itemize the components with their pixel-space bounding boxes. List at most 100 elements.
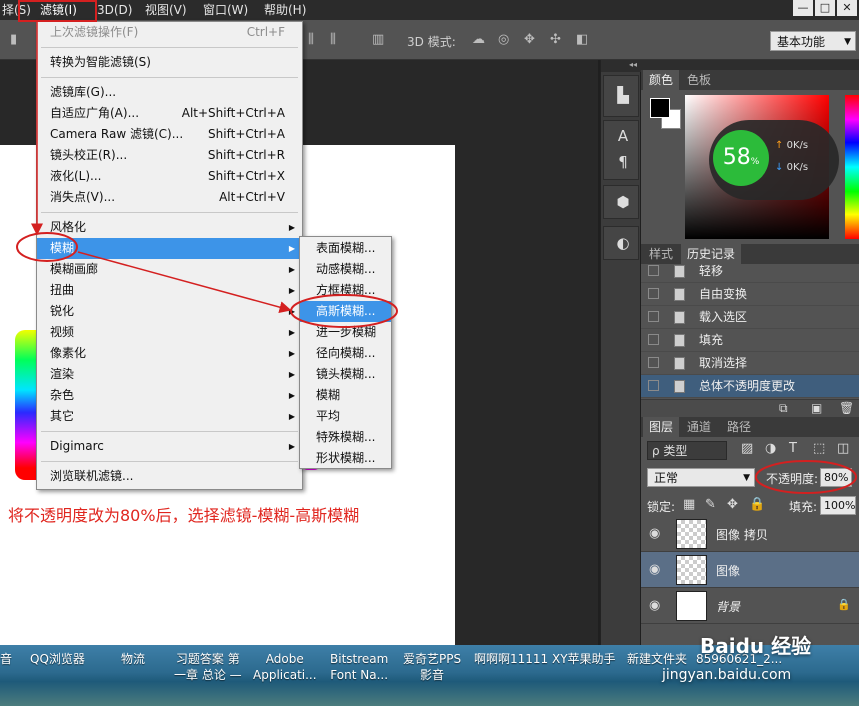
menu-3d[interactable]: 3D(D) — [95, 0, 134, 20]
hue-slider[interactable] — [845, 95, 859, 239]
foreground-color-swatch[interactable] — [650, 98, 670, 118]
tab-swatches[interactable]: 色板 — [681, 70, 717, 90]
menu-item-stylize[interactable]: 风格化 ▶ — [37, 217, 302, 238]
smart-object-filter-icon[interactable]: ◫ — [837, 441, 849, 456]
distribute-icon[interactable]: ⫼ — [308, 32, 314, 47]
submenu-item-blur[interactable]: 模糊 — [300, 385, 391, 406]
history-checkbox[interactable] — [648, 265, 659, 276]
menu-item-last-filter[interactable]: 上次滤镜操作(F) Ctrl+F — [37, 22, 302, 43]
3d-scale-icon[interactable]: ◧ — [576, 32, 588, 47]
trash-icon[interactable]: 🗑 — [839, 401, 854, 415]
image-filter-icon[interactable]: ▨ — [741, 441, 753, 456]
submenu-item-lens-blur[interactable]: 镜头模糊... — [300, 364, 391, 385]
brush-preset-icon[interactable]: ▙ — [614, 86, 632, 104]
submenu-item-smart-blur[interactable]: 特殊模糊... — [300, 427, 391, 448]
paragraph-icon[interactable]: ¶ — [614, 153, 632, 171]
eye-icon[interactable]: ◉ — [649, 562, 660, 577]
character-icon[interactable]: A — [614, 127, 632, 145]
menu-window[interactable]: 窗口(W) — [201, 0, 250, 20]
menu-select[interactable]: 择(S) — [0, 0, 33, 20]
history-checkbox[interactable] — [648, 380, 659, 391]
type-filter-icon[interactable]: T — [789, 441, 797, 456]
menu-item-video[interactable]: 视频 ▶ — [37, 322, 302, 343]
camera-icon[interactable]: ▣ — [811, 401, 822, 415]
eye-icon[interactable]: ◉ — [649, 598, 660, 613]
menu-item-render[interactable]: 渲染 ▶ — [37, 364, 302, 385]
taskbar-item[interactable]: 新建文件夹 — [627, 651, 687, 667]
history-item[interactable]: 取消选择 — [641, 352, 859, 375]
3d-slide-icon[interactable]: ✣ — [550, 32, 561, 47]
align-icon[interactable]: ▮ — [10, 32, 17, 47]
history-checkbox[interactable] — [648, 334, 659, 345]
submenu-item-box-blur[interactable]: 方框模糊... — [300, 280, 391, 301]
taskbar-item[interactable]: 爱奇艺PPS 影音 — [403, 651, 461, 683]
menu-item-smart-filter[interactable]: 转换为智能滤镜(S) — [37, 52, 302, 73]
eye-icon[interactable]: ◉ — [649, 526, 660, 541]
history-checkbox[interactable] — [648, 357, 659, 368]
adjustment-icon[interactable]: ◐ — [614, 234, 632, 252]
3d-pan-icon[interactable]: ✥ — [524, 32, 535, 47]
fill-input[interactable]: 100% — [820, 496, 856, 515]
menu-filter[interactable]: 滤镜(I) — [38, 0, 79, 20]
collapse-arrows-icon[interactable]: ◂◂ — [601, 60, 641, 72]
history-item[interactable]: 总体不透明度更改 — [641, 375, 859, 398]
submenu-item-surface-blur[interactable]: 表面模糊... — [300, 238, 391, 259]
taskbar-item[interactable]: XY苹果助手 — [552, 651, 616, 667]
lock-transparent-icon[interactable]: ▦ — [683, 497, 695, 512]
tab-layers[interactable]: 图层 — [643, 417, 680, 437]
new-document-icon[interactable]: ⧉ — [779, 401, 788, 416]
menu-item-vanishing-point[interactable]: 消失点(V)... Alt+Ctrl+V — [37, 187, 302, 208]
tab-channels[interactable]: 通道 — [681, 417, 717, 437]
submenu-item-blur-more[interactable]: 进一步模糊 — [300, 322, 391, 343]
shape-filter-icon[interactable]: ⬚ — [813, 441, 825, 456]
lock-all-icon[interactable]: 🔒 — [749, 497, 765, 512]
menu-item-sharpen[interactable]: 锐化 ▶ — [37, 301, 302, 322]
lock-move-icon[interactable]: ✥ — [727, 497, 738, 512]
menu-item-liquify[interactable]: 液化(L)... Shift+Ctrl+X — [37, 166, 302, 187]
menu-item-lens-correction[interactable]: 镜头校正(R)... Shift+Ctrl+R — [37, 145, 302, 166]
history-item[interactable]: 自由变换 — [641, 283, 859, 306]
menu-item-camera-raw[interactable]: Camera Raw 滤镜(C)... Shift+Ctrl+A — [37, 124, 302, 145]
menu-item-pixelate[interactable]: 像素化 ▶ — [37, 343, 302, 364]
menu-item-gallery[interactable]: 滤镜库(G)... — [37, 82, 302, 103]
workspace-select[interactable]: 基本功能 ▼ — [770, 31, 856, 51]
menu-item-distort[interactable]: 扭曲 ▶ — [37, 280, 302, 301]
submenu-item-average[interactable]: 平均 — [300, 406, 391, 427]
submenu-item-radial-blur[interactable]: 径向模糊... — [300, 343, 391, 364]
taskbar-item[interactable]: Bitstream Font Na... — [330, 651, 388, 683]
history-item[interactable]: 轻移 — [641, 260, 859, 283]
history-checkbox[interactable] — [648, 311, 659, 322]
history-checkbox[interactable] — [648, 288, 659, 299]
history-item[interactable]: 填充 — [641, 329, 859, 352]
taskbar-item[interactable]: 习题答案 第一章 总论 — — [174, 651, 242, 683]
maximize-button[interactable]: □ — [815, 0, 835, 16]
taskbar-item[interactable]: 啊啊啊11111 — [474, 651, 548, 667]
tab-color[interactable]: 颜色 — [643, 70, 680, 90]
3d-rotate-icon[interactable]: ☁ — [472, 32, 485, 47]
menu-item-browse-online[interactable]: 浏览联机滤镜... — [37, 466, 302, 487]
3d-roll-icon[interactable]: ◎ — [498, 32, 509, 47]
close-button[interactable]: ✕ — [837, 0, 857, 16]
menu-item-adaptive-wide-angle[interactable]: 自适应广角(A)... Alt+Shift+Ctrl+A — [37, 103, 302, 124]
menu-item-other[interactable]: 其它 ▶ — [37, 406, 302, 427]
minimize-button[interactable]: — — [793, 0, 813, 16]
opacity-input[interactable]: 80% — [820, 468, 852, 487]
menu-item-digimarc[interactable]: Digimarc ▶ — [37, 436, 302, 457]
history-item[interactable]: 载入选区 — [641, 306, 859, 329]
3d-cube-icon[interactable]: ⬢ — [614, 193, 632, 211]
menu-item-blur-gallery[interactable]: 模糊画廊 ▶ — [37, 259, 302, 280]
layer-row[interactable]: ◉ 图像 拷贝 — [641, 516, 859, 552]
submenu-item-motion-blur[interactable]: 动感模糊... — [300, 259, 391, 280]
taskbar-item[interactable]: QQ浏览器 — [30, 651, 85, 667]
menu-item-noise[interactable]: 杂色 ▶ — [37, 385, 302, 406]
lock-brush-icon[interactable]: ✎ — [705, 497, 716, 512]
menu-item-blur[interactable]: 模糊 ▶ — [37, 238, 302, 259]
blend-mode-select[interactable]: 正常 ▼ — [647, 468, 755, 487]
taskbar-item[interactable]: Adobe Applicati... — [253, 651, 317, 683]
auto-align-icon[interactable]: ▥ — [372, 32, 384, 47]
submenu-item-shape-blur[interactable]: 形状模糊... — [300, 448, 391, 469]
taskbar-item[interactable]: 物流 — [121, 651, 145, 667]
tab-paths[interactable]: 路径 — [721, 417, 757, 437]
adjustment-filter-icon[interactable]: ◑ — [765, 441, 776, 456]
taskbar-item[interactable]: 音 — [0, 651, 12, 667]
